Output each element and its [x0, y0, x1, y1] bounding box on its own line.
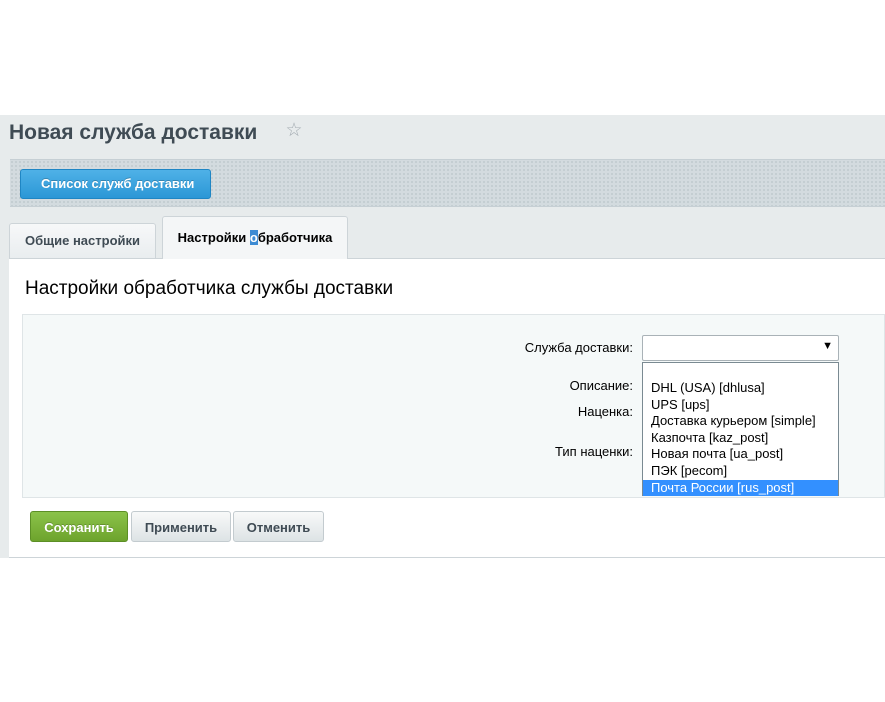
- admin-page: Новая служба доставки ☆ Список служб дос…: [0, 115, 885, 558]
- cancel-button[interactable]: Отменить: [233, 511, 324, 542]
- dropdown-option[interactable]: UPS [ups]: [643, 397, 838, 414]
- tab-panel: Настройки обработчика службы доставки Сл…: [9, 258, 885, 557]
- dropdown-option[interactable]: DHL (USA) [dhlusa]: [643, 380, 838, 397]
- dropdown-option[interactable]: Казпочта [kaz_post]: [643, 430, 838, 447]
- tab-handler-label-start: Настройки: [177, 230, 250, 245]
- text-selection-highlight: о: [249, 230, 258, 245]
- tab-handler-settings[interactable]: Настройки обработчика: [162, 216, 348, 259]
- save-button[interactable]: Сохранить: [30, 511, 128, 542]
- dropdown-option[interactable]: Новая почта [ua_post]: [643, 446, 838, 463]
- star-icon[interactable]: ☆: [284, 121, 304, 141]
- service-select[interactable]: ▼: [642, 335, 839, 361]
- delivery-list-button[interactable]: Список служб доставки: [20, 169, 212, 199]
- tab-general-settings[interactable]: Общие настройки: [9, 223, 156, 258]
- dropdown-arrow-icon: ▼: [822, 340, 833, 352]
- settings-form: Служба доставки: ▼ Описание: Наценка: Ти…: [22, 314, 885, 498]
- context-bar: Список служб доставки: [10, 159, 885, 207]
- markup-label: Наценка:: [577, 404, 633, 419]
- dropdown-option[interactable]: Доставка курьером [simple]: [643, 413, 838, 430]
- section-title: Настройки обработчика службы доставки: [25, 278, 394, 299]
- apply-button[interactable]: Применить: [131, 511, 231, 542]
- service-dropdown-list: DHL (USA) [dhlusa] UPS [ups] Доставка ку…: [642, 362, 839, 497]
- service-label: Служба доставки:: [524, 340, 633, 355]
- panel-bottom-border: [9, 557, 885, 558]
- tab-handler-label-end: бработчика: [257, 230, 333, 245]
- dropdown-option[interactable]: ПЭК [pecom]: [643, 463, 838, 480]
- markup-type-label: Тип наценки:: [555, 444, 633, 459]
- description-label: Описание:: [569, 378, 633, 393]
- dropdown-option-highlighted[interactable]: Почта России [rus_post]: [643, 479, 838, 497]
- page-title: Новая служба доставки: [9, 121, 258, 144]
